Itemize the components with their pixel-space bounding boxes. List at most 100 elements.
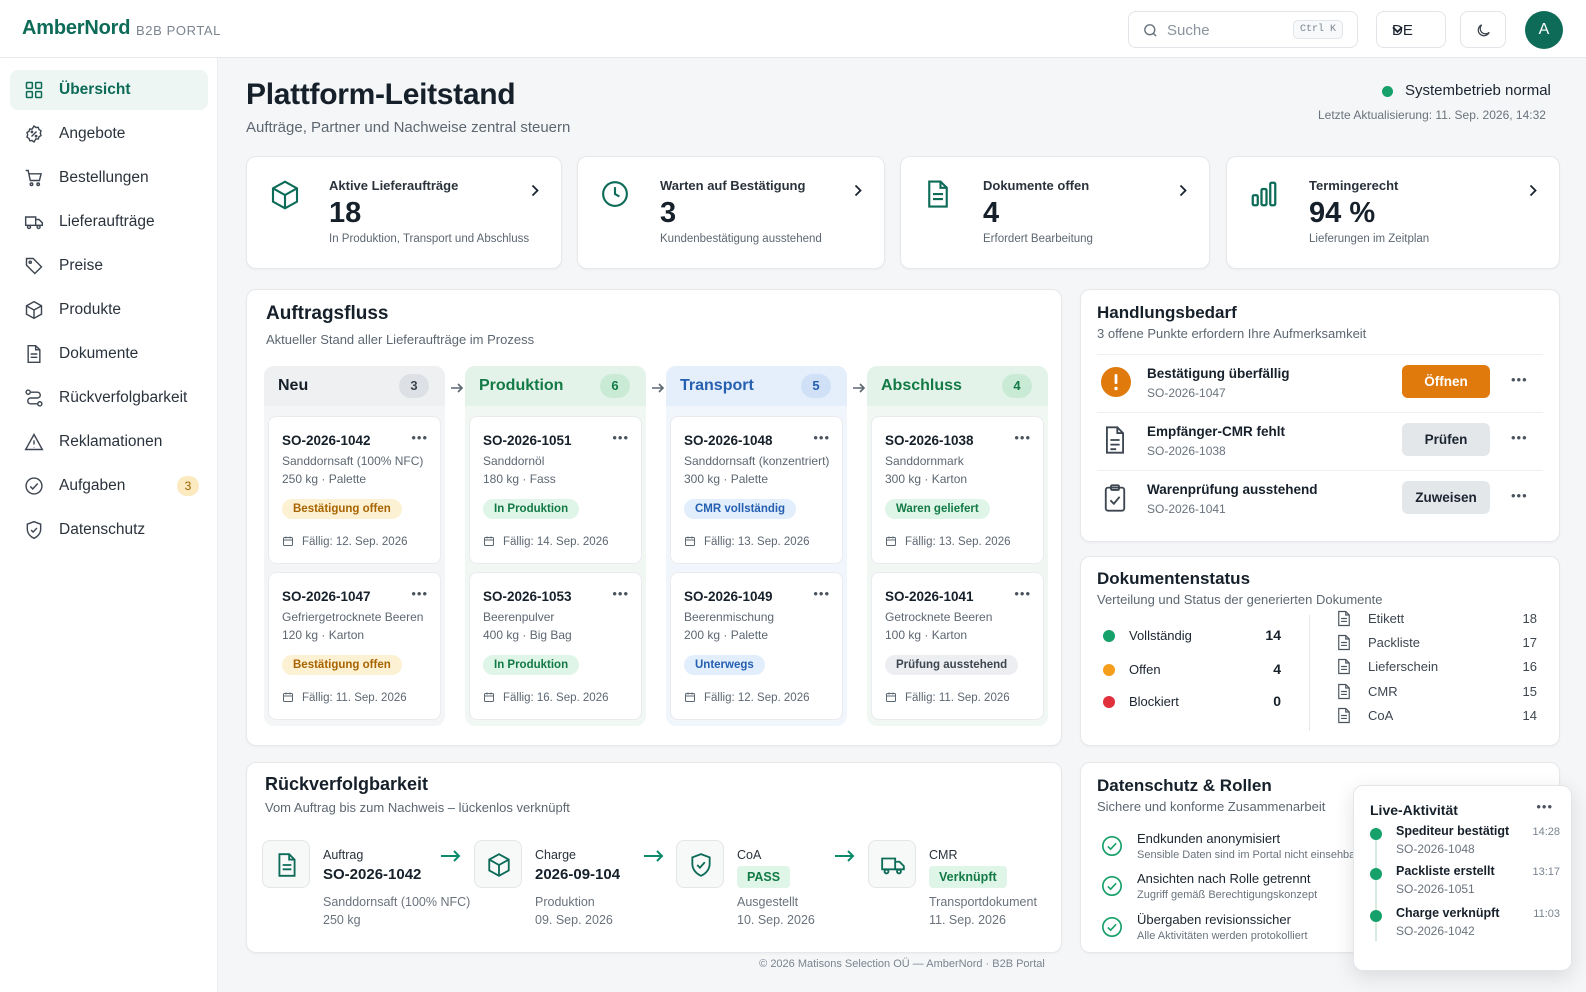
sidebar-item-preise[interactable]: Preise [10, 246, 208, 286]
theme-toggle-button[interactable] [1460, 11, 1506, 48]
trace-step-cmr[interactable] [868, 840, 916, 888]
sidebar-item-label: Datenschutz [59, 521, 146, 538]
arrow-right-icon [644, 850, 664, 862]
privacy-item-subtitle: Zugriff gemäß Berechtigungskonzept [1137, 889, 1318, 901]
activity-title: Packliste erstellt [1396, 864, 1495, 878]
grid-icon [24, 80, 44, 100]
activity-time: 11:03 [1533, 908, 1560, 920]
more-icon[interactable]: ••• [1014, 587, 1031, 600]
trace-step-detail: 10. Sep. 2026 [737, 913, 815, 927]
privacy-item-subtitle: Sensible Daten sind im Portal nicht eins… [1137, 849, 1359, 861]
shield-check-icon [691, 853, 711, 877]
more-icon[interactable]: ••• [813, 431, 830, 444]
sidebar-item-bestellungen[interactable]: Bestellungen [10, 158, 208, 198]
open-button[interactable]: Öffnen [1402, 365, 1490, 398]
action-item: Warenprüfung ausstehend SO-2026-1041 Zuw… [1097, 470, 1543, 524]
truck-icon [881, 857, 905, 875]
trace-step-label: CoA [737, 848, 762, 862]
language-select[interactable]: DE [1376, 11, 1446, 48]
activity-item[interactable]: Spediteur bestätigt SO-2026-1048 14:28 [1370, 824, 1560, 858]
more-icon[interactable]: ••• [1536, 800, 1553, 813]
sidebar-item-lieferauftraege[interactable]: Lieferaufträge [10, 202, 208, 242]
more-icon[interactable]: ••• [1014, 431, 1031, 444]
flow-column-neu: Neu 3 SO-2026-1042 ••• Sanddornsaft (100… [264, 366, 445, 726]
cart-icon [24, 168, 44, 188]
kpi-card-on-time[interactable]: Termingerecht 94 % Lieferungen im Zeitpl… [1226, 156, 1560, 269]
check-circle-icon [1101, 875, 1123, 897]
brand-logo[interactable]: AmberNord [22, 17, 130, 40]
document-type-label: CMR [1368, 684, 1398, 699]
more-icon[interactable]: ••• [813, 587, 830, 600]
top-bar: AmberNord B2B PORTAL Ctrl K DE A [0, 0, 1586, 58]
more-icon[interactable]: ••• [612, 431, 629, 444]
more-icon[interactable]: ••• [411, 587, 428, 600]
more-icon[interactable]: ••• [1511, 431, 1528, 444]
more-icon[interactable]: ••• [1511, 373, 1528, 386]
activity-item[interactable]: Charge verknüpft SO-2026-1042 11:03 [1370, 906, 1560, 940]
sidebar-item-aufgaben[interactable]: Aufgaben 3 [10, 466, 208, 506]
sidebar-item-produkte[interactable]: Produkte [10, 290, 208, 330]
trace-step-value: SO-2026-1042 [323, 866, 422, 883]
assign-button[interactable]: Zuweisen [1402, 481, 1490, 514]
order-product: Sanddornsaft (100% NFC) [282, 454, 424, 468]
activity-time: 14:28 [1532, 826, 1560, 838]
action-item-id: SO-2026-1041 [1147, 502, 1226, 516]
sidebar-item-label: Übersicht [59, 81, 131, 98]
trace-step-detail: Sanddornsaft (100% NFC) [323, 895, 471, 909]
document-type-row[interactable]: Etikett 18 [1337, 609, 1537, 629]
status-label: Vollständig [1129, 628, 1192, 643]
order-card[interactable]: SO-2026-1053 ••• Beerenpulver 400 kg · B… [469, 572, 642, 720]
kpi-title: Warten auf Bestätigung [660, 178, 806, 193]
sidebar-item-label: Produkte [59, 301, 122, 318]
order-card[interactable]: SO-2026-1051 ••• Sanddornöl 180 kg · Fas… [469, 416, 642, 564]
due-date: Fällig: 12. Sep. 2026 [282, 535, 408, 548]
document-type-row[interactable]: Packliste 17 [1337, 633, 1537, 653]
status-badge: Unterwegs [684, 655, 765, 675]
order-card[interactable]: SO-2026-1047 ••• Gefriergetrocknete Beer… [268, 572, 441, 720]
traceability-title: Rückverfolgbarkeit [265, 774, 429, 794]
pass-badge: PASS [737, 866, 791, 888]
document-type-row[interactable]: CoA 14 [1337, 706, 1537, 726]
trace-step-batch[interactable] [474, 840, 522, 888]
order-card[interactable]: SO-2026-1049 ••• Beerenmischung 200 kg ·… [670, 572, 843, 720]
action-required-panel: Handlungsbedarf 3 offene Punkte erforder… [1080, 289, 1560, 542]
trace-step-detail: Transportdokument [929, 895, 1037, 909]
more-icon[interactable]: ••• [411, 431, 428, 444]
trace-step-order[interactable] [262, 840, 310, 888]
more-icon[interactable]: ••• [1511, 489, 1528, 502]
document-type-row[interactable]: CMR 15 [1337, 682, 1537, 702]
sidebar-item-angebote[interactable]: Angebote [10, 114, 208, 154]
order-card[interactable]: SO-2026-1042 ••• Sanddornsaft (100% NFC)… [268, 416, 441, 564]
action-item: Bestätigung überfällig SO-2026-1047 Öffn… [1097, 354, 1543, 408]
user-avatar[interactable]: A [1525, 11, 1563, 49]
calendar-icon [886, 536, 896, 546]
kpi-card-active-orders[interactable]: Aktive Lieferaufträge 18 In Produktion, … [246, 156, 562, 269]
status-label: Offen [1129, 662, 1161, 677]
tasks-count-badge: 3 [177, 476, 199, 496]
trace-step-coa[interactable] [676, 840, 724, 888]
document-type-row[interactable]: Lieferschein 16 [1337, 657, 1537, 677]
kpi-card-open-documents[interactable]: Dokumente offen 4 Erfordert Bearbeitung [900, 156, 1210, 269]
sidebar-item-dokumente[interactable]: Dokumente [10, 334, 208, 374]
kpi-card-awaiting-confirmation[interactable]: Warten auf Bestätigung 3 Kundenbestätigu… [577, 156, 885, 269]
action-item-id: SO-2026-1047 [1147, 386, 1226, 400]
review-button[interactable]: Prüfen [1402, 423, 1490, 456]
more-icon[interactable]: ••• [612, 587, 629, 600]
moon-icon [1477, 24, 1490, 37]
search-box[interactable]: Ctrl K [1128, 11, 1358, 48]
status-row: Offen 4 [1101, 659, 1281, 679]
activity-id: SO-2026-1042 [1396, 924, 1475, 938]
sidebar-item-rueckverfolgbarkeit[interactable]: Rückverfolgbarkeit [10, 378, 208, 418]
sidebar-item-datenschutz[interactable]: Datenschutz [10, 510, 208, 550]
status-badge: Bestätigung offen [282, 655, 402, 675]
order-card[interactable]: SO-2026-1048 ••• Sanddornsaft (konzentri… [670, 416, 843, 564]
search-input[interactable] [1167, 20, 1287, 40]
page-subtitle: Aufträge, Partner und Nachweise zentral … [246, 119, 571, 136]
sidebar-item-uebersicht[interactable]: Übersicht [10, 70, 208, 110]
calendar-icon [685, 692, 695, 702]
order-card[interactable]: SO-2026-1038 ••• Sanddornmark 300 kg · K… [871, 416, 1044, 564]
trace-step-detail: Ausgestellt [737, 895, 799, 909]
sidebar-item-reklamationen[interactable]: Reklamationen [10, 422, 208, 462]
order-card[interactable]: SO-2026-1041 ••• Getrocknete Beeren 100 … [871, 572, 1044, 720]
activity-item[interactable]: Packliste erstellt SO-2026-1051 13:17 [1370, 864, 1560, 898]
